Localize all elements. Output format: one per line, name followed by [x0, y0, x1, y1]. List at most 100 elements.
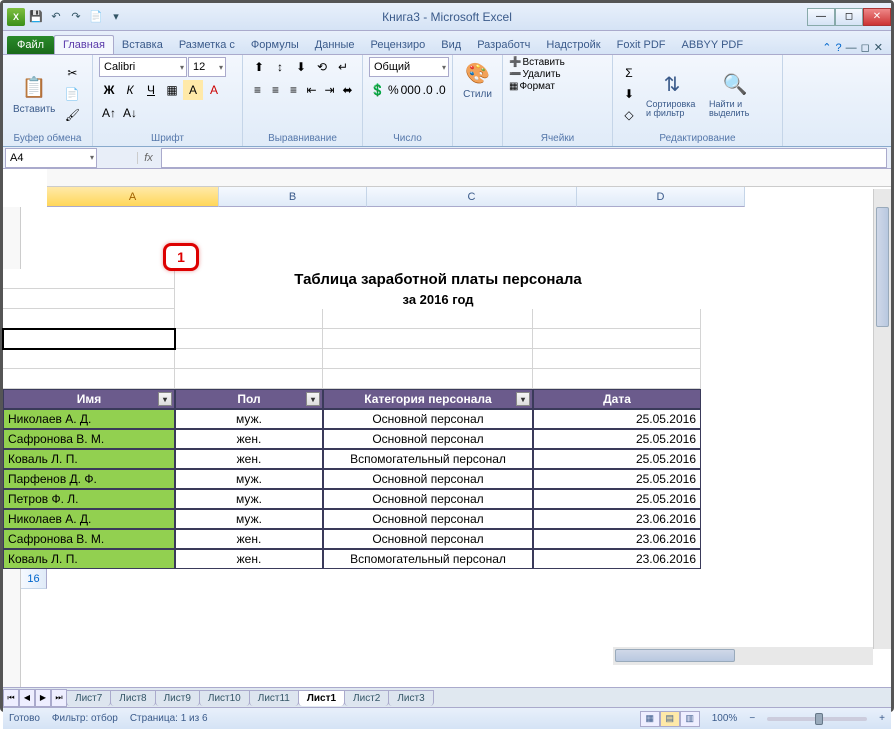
cell-sex[interactable]: жен. [175, 529, 323, 549]
tab-nav-next-icon[interactable]: ▶ [35, 689, 51, 707]
cell-sex[interactable]: муж. [175, 469, 323, 489]
doc-close-icon[interactable]: ✕ [874, 41, 883, 54]
paste-button[interactable]: 📋 Вставить [9, 72, 59, 117]
tab-data[interactable]: Данные [307, 36, 363, 54]
qat-redo-icon[interactable]: ↷ [67, 8, 85, 26]
cell-name[interactable]: Коваль Л. П. [3, 549, 175, 569]
h-scroll-thumb[interactable] [615, 649, 735, 662]
zoom-in-icon[interactable]: + [879, 713, 885, 724]
cell-category[interactable]: Основной персонал [323, 489, 533, 509]
underline-button[interactable]: Ч [141, 80, 161, 100]
cell-category[interactable]: Основной персонал [323, 529, 533, 549]
minimize-ribbon-icon[interactable]: ⌃ [822, 41, 831, 54]
close-button[interactable]: ✕ [863, 8, 891, 26]
zoom-slider[interactable] [767, 717, 867, 721]
cell-date[interactable]: 25.05.2016 [533, 429, 701, 449]
maximize-button[interactable]: ◻ [835, 8, 863, 26]
format-cells-button[interactable]: ▦Формат [509, 81, 606, 92]
align-middle-icon[interactable]: ↕ [270, 57, 290, 77]
sheet-tab[interactable]: Лист3 [388, 690, 433, 706]
tab-foxit[interactable]: Foxit PDF [609, 36, 674, 54]
minimize-button[interactable]: — [807, 8, 835, 26]
cell-name[interactable]: Сафронова В. М. [3, 429, 175, 449]
qat-save-icon[interactable]: 💾 [27, 8, 45, 26]
cell-date[interactable]: 23.06.2016 [533, 529, 701, 549]
sheet-tab[interactable]: Лист1 [298, 690, 345, 706]
increase-decimal-icon[interactable]: .0 [422, 80, 434, 100]
tab-review[interactable]: Рецензиро [363, 36, 434, 54]
cell-name[interactable]: Парфенов Д. Ф. [3, 469, 175, 489]
qat-undo-icon[interactable]: ↶ [47, 8, 65, 26]
sheet-tab[interactable]: Лист11 [249, 690, 299, 706]
increase-indent-icon[interactable]: ⇥ [321, 80, 338, 100]
sheet-tab[interactable]: Лист2 [344, 690, 389, 706]
tab-view[interactable]: Вид [433, 36, 469, 54]
row-header-16[interactable]: 16 [21, 569, 47, 589]
insert-cells-button[interactable]: ➕Вставить [509, 57, 606, 68]
sheet-tab[interactable]: Лист10 [199, 690, 250, 706]
tab-nav-prev-icon[interactable]: ◀ [19, 689, 35, 707]
orientation-icon[interactable]: ⟲ [312, 57, 332, 77]
qat-dropdown-icon[interactable]: ▾ [107, 8, 125, 26]
font-color-button[interactable]: A [204, 80, 224, 100]
col-header-c[interactable]: C [367, 187, 577, 207]
increase-font-icon[interactable]: A↑ [99, 103, 119, 123]
fx-button[interactable]: fx [137, 152, 159, 164]
cut-icon[interactable]: ✂ [62, 63, 82, 83]
name-box[interactable]: A4 [5, 148, 97, 168]
tab-insert[interactable]: Вставка [114, 36, 171, 54]
view-page-layout-icon[interactable]: ▤ [660, 711, 680, 727]
cell-category[interactable]: Основной персонал [323, 469, 533, 489]
vertical-scrollbar[interactable] [873, 189, 891, 649]
doc-max-icon[interactable]: ◻ [861, 41, 870, 54]
sheet-tab[interactable]: Лист9 [155, 690, 200, 706]
selected-cell[interactable] [3, 329, 175, 349]
horizontal-scrollbar[interactable] [613, 647, 873, 665]
sheet-tab[interactable]: Лист8 [110, 690, 155, 706]
col-header-b[interactable]: B [219, 187, 367, 207]
sort-filter-button[interactable]: ⇅ Сортировка и фильтр [642, 68, 702, 120]
col-header-a[interactable]: A [47, 187, 219, 207]
cell-date[interactable]: 25.05.2016 [533, 489, 701, 509]
filter-name-icon[interactable]: ▾ [158, 392, 172, 406]
align-left-icon[interactable]: ≡ [249, 80, 266, 100]
cell-date[interactable]: 23.06.2016 [533, 549, 701, 569]
tab-formulas[interactable]: Формулы [243, 36, 307, 54]
clear-icon[interactable]: ◇ [619, 105, 639, 125]
copy-icon[interactable]: 📄 [62, 84, 82, 104]
cell-name[interactable]: Петров Ф. Л. [3, 489, 175, 509]
currency-icon[interactable]: 💲 [369, 80, 386, 100]
find-select-button[interactable]: 🔍 Найти и выделить [705, 68, 765, 120]
italic-button[interactable]: К [120, 80, 140, 100]
format-painter-icon[interactable]: 🖌 [62, 105, 82, 125]
wrap-text-icon[interactable]: ↵ [333, 57, 353, 77]
decrease-indent-icon[interactable]: ⇤ [303, 80, 320, 100]
cell-sex[interactable]: муж. [175, 509, 323, 529]
align-top-icon[interactable]: ⬆ [249, 57, 269, 77]
v-scroll-thumb[interactable] [876, 207, 889, 327]
cell-category[interactable]: Вспомогательный персонал [323, 549, 533, 569]
border-button[interactable]: ▦ [162, 80, 182, 100]
tab-developer[interactable]: Разработч [469, 36, 538, 54]
align-center-icon[interactable]: ≡ [267, 80, 284, 100]
tab-home[interactable]: Главная [54, 35, 114, 54]
tab-addins[interactable]: Надстройк [538, 36, 608, 54]
cell-category[interactable]: Основной персонал [323, 509, 533, 529]
view-normal-icon[interactable]: ▦ [640, 711, 660, 727]
tab-page-layout[interactable]: Разметка с [171, 36, 243, 54]
cell-date[interactable]: 25.05.2016 [533, 469, 701, 489]
tab-nav-first-icon[interactable]: ⏮ [3, 689, 19, 707]
cell-category[interactable]: Основной персонал [323, 429, 533, 449]
qat-more-icon[interactable]: 📄 [87, 8, 105, 26]
cell-sex[interactable]: жен. [175, 429, 323, 449]
zoom-thumb[interactable] [815, 713, 823, 725]
view-page-break-icon[interactable]: ▥ [680, 711, 700, 727]
cell-sex[interactable]: жен. [175, 549, 323, 569]
formula-input[interactable] [161, 148, 887, 168]
cell-sex[interactable]: муж. [175, 489, 323, 509]
doc-min-icon[interactable]: — [846, 42, 857, 54]
col-header-d[interactable]: D [577, 187, 745, 207]
number-format-combo[interactable]: Общий [369, 57, 449, 77]
cell-date[interactable]: 25.05.2016 [533, 409, 701, 429]
decrease-decimal-icon[interactable]: .0 [435, 80, 447, 100]
